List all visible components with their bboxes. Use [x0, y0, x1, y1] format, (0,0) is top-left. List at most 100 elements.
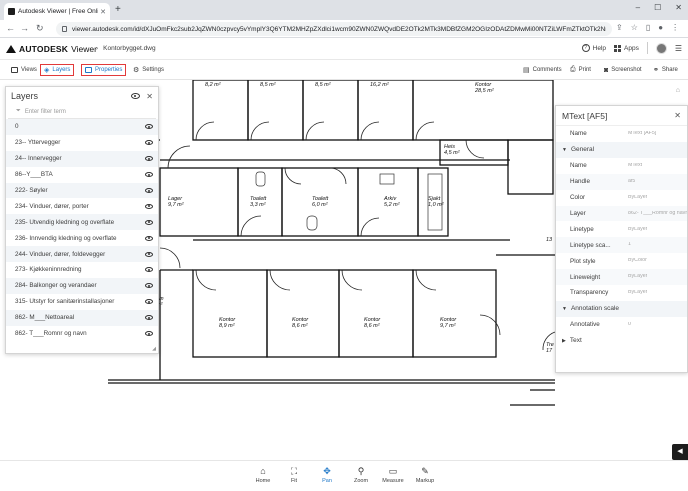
markup-button[interactable]: ✎ Markup	[408, 464, 442, 484]
room-area-label[interactable]: 8,2 m²	[205, 82, 221, 88]
visibility-eye-icon[interactable]	[145, 315, 153, 321]
zoom-label: Zoom	[353, 478, 369, 484]
layer-row[interactable]: 862- T___Romnr og navn	[6, 326, 158, 342]
apps-button[interactable]: Apps	[614, 44, 639, 52]
visibility-eye-icon[interactable]	[145, 299, 153, 305]
browser-menu-icon[interactable]: ⋮	[671, 23, 679, 32]
resize-handle-icon[interactable]: ◢	[152, 346, 156, 352]
visibility-eye-icon[interactable]	[145, 156, 153, 162]
room-area-label[interactable]: 28,5 m²	[474, 88, 494, 94]
property-row: Linetype sca... 1	[556, 237, 687, 254]
door-swing	[305, 121, 325, 141]
properties-label: Properties	[95, 67, 123, 73]
hamburger-menu-icon[interactable]: ☰	[675, 44, 682, 53]
share-page-icon[interactable]: ⇪	[616, 23, 623, 32]
bookmark-star-icon[interactable]: ☆	[631, 23, 638, 32]
layer-row[interactable]: 273- Kjøkkeninnredning	[6, 262, 158, 278]
category-general[interactable]: ▼ General	[556, 141, 687, 158]
layer-row[interactable]: 222- Søyler	[6, 182, 158, 199]
minimize-icon[interactable]: –	[636, 3, 640, 12]
home-button[interactable]: ⌂ Home	[246, 464, 280, 484]
room-area-label[interactable]: 8,6 m²	[364, 323, 380, 329]
visibility-eye-icon[interactable]	[145, 203, 153, 209]
back-icon[interactable]: ←	[6, 23, 15, 33]
browser-tab[interactable]: Autodesk Viewer | Free Online Fil ✕	[4, 3, 110, 20]
visibility-eye-icon[interactable]	[145, 124, 153, 130]
screenshot-button[interactable]: ◙ Screenshot	[601, 64, 645, 76]
visibility-eye-icon[interactable]	[145, 172, 153, 178]
new-tab-icon[interactable]: +	[115, 4, 121, 15]
settings-button[interactable]: ⚙ Settings	[130, 64, 167, 76]
close-icon[interactable]: ✕	[674, 111, 681, 120]
room-area-label[interactable]: 8,9 m²	[219, 323, 235, 329]
properties-button[interactable]: Properties	[81, 64, 127, 76]
share-button[interactable]: ⚭ Share	[650, 64, 681, 76]
room-area-label[interactable]: 9,7 m²	[440, 323, 456, 329]
category-annotation-scale[interactable]: ▼ Annotation scale	[556, 300, 687, 317]
layer-row[interactable]: 862- M___Nettoareal	[6, 309, 158, 326]
viewcube-home-icon[interactable]: ⌂	[676, 87, 680, 94]
avatar[interactable]	[655, 42, 667, 54]
comments-button[interactable]: ▤ Comments	[520, 64, 565, 76]
category-text[interactable]: ▶ Text	[556, 332, 687, 349]
url-text: viewer.autodesk.com/id/dXJuOmFkc2sub2JqZ…	[72, 25, 606, 33]
close-window-icon[interactable]: ✕	[675, 3, 682, 12]
visibility-eye-icon[interactable]	[145, 251, 153, 257]
close-tab-icon[interactable]: ✕	[100, 8, 106, 16]
print-button[interactable]: ⎙ Print	[567, 64, 594, 76]
room-area-label[interactable]: 13	[546, 237, 553, 243]
pan-button[interactable]: ✥ Pan	[310, 464, 344, 484]
visibility-eye-icon[interactable]	[145, 331, 153, 337]
side-panel-icon[interactable]: ▯	[646, 23, 650, 32]
room-area-label[interactable]: 5,2 m²	[384, 202, 400, 208]
visibility-eye-icon[interactable]	[145, 283, 153, 289]
layer-row[interactable]: 23-- Yttervegger	[6, 135, 158, 151]
reload-icon[interactable]: ↻	[36, 23, 44, 34]
room-area-label[interactable]: 16,2 m²	[370, 82, 389, 88]
visibility-eye-icon[interactable]	[145, 219, 153, 225]
help-button[interactable]: ? Help	[581, 44, 606, 52]
layer-filter-input[interactable]: ⏷ Enter filter term	[8, 105, 156, 119]
room-area-label[interactable]: 8,5 m²	[260, 82, 276, 88]
maximize-icon[interactable]: ☐	[654, 3, 661, 12]
feedback-megaphone-icon[interactable]: ◀	[672, 444, 688, 460]
layer-row[interactable]: 284- Balkonger og verandaer	[6, 277, 158, 294]
toggle-all-visibility-eye-icon[interactable]	[131, 93, 141, 99]
forward-icon[interactable]: →	[20, 23, 29, 33]
visibility-eye-icon[interactable]	[145, 188, 153, 193]
layers-panel: Layers ✕ ⏷ Enter filter term 0 23-- Ytter…	[5, 86, 159, 354]
layer-row[interactable]: 244- Vinduer, dører, foldevegger	[6, 246, 158, 263]
room-area-label[interactable]: 4,5 m²	[444, 150, 460, 156]
layer-row[interactable]: 236- Innvendig kledning og overflate	[6, 230, 158, 246]
room-area-label[interactable]: 3,3 m²	[250, 202, 266, 208]
layer-row[interactable]: 234- Vinduer, dører, porter	[6, 198, 158, 214]
layer-row[interactable]: 315- Utstyr for sanitærinstallasjoner	[6, 294, 158, 310]
fit-button[interactable]: ⛶ Fit	[277, 464, 311, 484]
property-row: Layer 862- T___Romnr og navn	[556, 205, 687, 222]
room-area-label[interactable]: 17	[546, 348, 553, 354]
measure-button[interactable]: ▭ Measure	[376, 464, 410, 484]
room-area-label[interactable]: 8,6 m²	[292, 323, 308, 329]
room-area-label[interactable]: 9,7 m²	[168, 202, 184, 208]
room-area-label[interactable]: 1,0 m²	[428, 202, 444, 208]
close-icon[interactable]: ✕	[146, 92, 153, 101]
autodesk-logo-icon	[6, 45, 16, 53]
layer-name: 284- Balkonger og verandaer	[15, 282, 97, 290]
layer-row[interactable]: 86--Y___BTA	[6, 167, 158, 183]
visibility-eye-icon[interactable]	[145, 267, 153, 273]
visibility-eye-icon[interactable]	[145, 235, 153, 241]
layers-button[interactable]: ◈ Layers	[40, 64, 75, 76]
profile-icon[interactable]: ●	[658, 23, 663, 32]
layer-row[interactable]: 0	[6, 119, 158, 135]
visibility-eye-icon[interactable]	[145, 140, 153, 146]
url-field[interactable]: viewer.autodesk.com/id/dXJuOmFkc2sub2JqZ…	[56, 22, 612, 36]
views-button[interactable]: Views	[8, 64, 40, 76]
room-area-label[interactable]: 8,5 m²	[315, 82, 331, 88]
layer-row[interactable]: 235- Utvendig kledning og overflate	[6, 214, 158, 231]
toilet-fixture	[255, 171, 266, 187]
room-area-label[interactable]: 6,0 m²	[312, 202, 328, 208]
layer-row[interactable]: 24-- Innervegger	[6, 150, 158, 167]
layer-name: 244- Vinduer, dører, foldevegger	[15, 250, 106, 258]
zoom-button[interactable]: ⚲ Zoom	[344, 464, 378, 484]
autodesk-logo[interactable]: AUTODESK Viewer	[6, 44, 97, 54]
